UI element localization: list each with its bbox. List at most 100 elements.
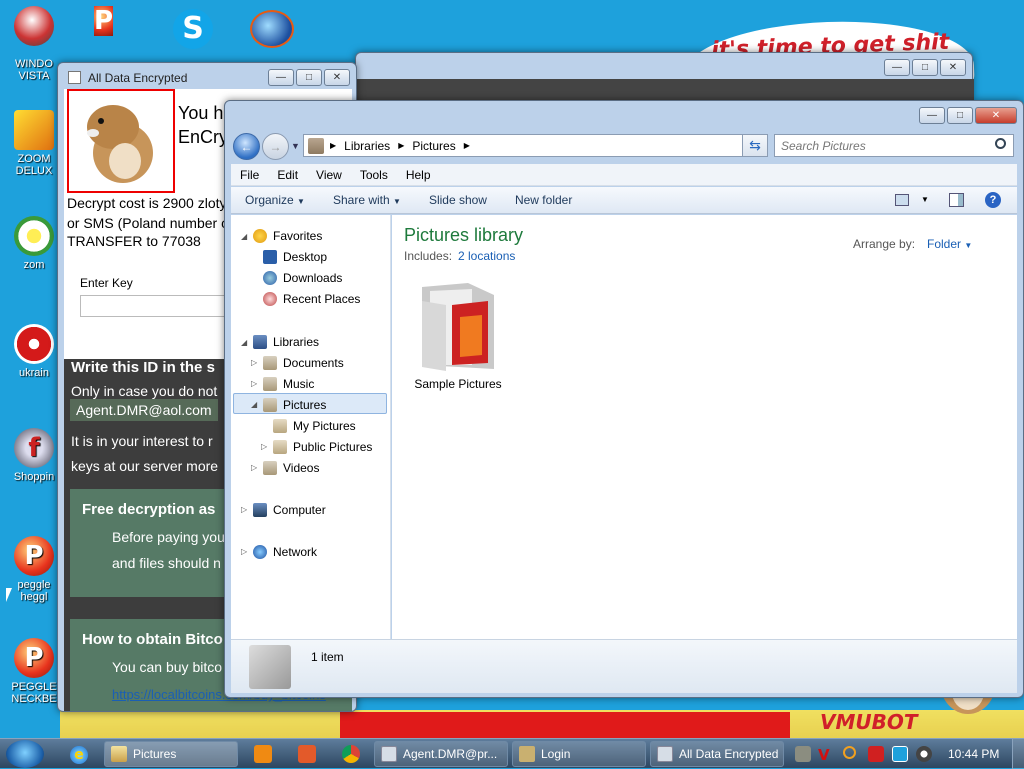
desktop-icon-peggle-top[interactable]: P [94, 6, 114, 36]
window-icon [381, 746, 397, 762]
organize-button[interactable]: Organize ▼ [231, 193, 319, 207]
clock[interactable]: 10:44 PM [948, 747, 999, 761]
background-window[interactable]: — □ ✕ [355, 52, 974, 103]
folder-icon [422, 283, 494, 371]
menu-help[interactable]: Help [397, 168, 440, 182]
tray-vm-icon[interactable] [795, 746, 811, 762]
expand-arrow-icon[interactable]: ◢ [241, 232, 247, 241]
chevron-down-icon: ▼ [297, 197, 305, 206]
gift-icon[interactable] [298, 745, 316, 763]
expand-arrow-icon[interactable]: ▷ [241, 505, 247, 514]
menu-file[interactable]: File [231, 168, 268, 182]
desktop-icon-label: PEGGLE NECKBE [11, 681, 57, 705]
refresh-button[interactable]: ⇆ [742, 134, 768, 157]
expand-arrow-icon[interactable]: ▷ [251, 358, 257, 367]
includes-label: Includes: [404, 249, 453, 263]
expand-arrow-icon[interactable]: ▷ [241, 547, 247, 556]
nav-desktop[interactable]: Desktop [263, 250, 327, 264]
nav-pictures[interactable]: Pictures [263, 398, 326, 412]
desktop-icon-skype[interactable]: S [173, 9, 213, 49]
close-button[interactable]: ✕ [940, 59, 966, 76]
window-app-icon [68, 71, 81, 84]
new-folder-button[interactable]: New folder [501, 193, 586, 207]
forward-button[interactable]: → [262, 133, 289, 160]
nav-recent-places[interactable]: Recent Places [263, 292, 360, 306]
address-bar[interactable]: ▶ Libraries ▶ Pictures ▶ ▼ [303, 134, 767, 157]
taskbar-login-button[interactable]: Login [512, 741, 646, 767]
menu-edit[interactable]: Edit [268, 168, 307, 182]
nav-documents[interactable]: Documents [263, 356, 344, 370]
chrome-icon[interactable] [342, 745, 360, 763]
menu-view[interactable]: View [307, 168, 351, 182]
nav-network[interactable]: Network [253, 545, 317, 559]
tray-volume-icon[interactable] [916, 746, 932, 762]
search-input[interactable]: Search Pictures [774, 134, 1014, 157]
id-heading: Write this ID in the s [71, 359, 215, 376]
transfer-text: TRANSFER to 77038 [67, 233, 201, 249]
arrange-by-dropdown[interactable]: Folder ▼ [927, 237, 972, 251]
nav-downloads[interactable]: Downloads [263, 271, 342, 285]
start-button[interactable] [6, 740, 44, 768]
expand-arrow-icon[interactable]: ◢ [251, 400, 257, 409]
folder-item-sample-pictures[interactable]: Sample Pictures [408, 277, 508, 391]
desktop-icon-ukraine[interactable]: ukrain [4, 324, 64, 379]
desktop-icon-peggle-neckbeard[interactable]: P PEGGLE NECKBE [4, 638, 64, 705]
nav-videos[interactable]: Videos [263, 461, 319, 475]
slide-show-button[interactable]: Slide show [415, 193, 501, 207]
change-view-icon[interactable] [895, 194, 909, 206]
minimize-button[interactable]: — [884, 59, 910, 76]
free-decryption-heading: Free decryption as [82, 501, 216, 518]
tray-search-icon[interactable] [843, 746, 856, 759]
back-button[interactable]: ← [233, 133, 260, 160]
background-window-caption-buttons: — □ ✕ [884, 59, 966, 76]
minimize-button[interactable]: — [919, 107, 945, 124]
desktop-icon-windows-vista[interactable]: WINDO VISTA [4, 58, 64, 82]
nav-music[interactable]: Music [263, 377, 314, 391]
maximize-button[interactable]: □ [947, 107, 973, 124]
expand-arrow-icon[interactable]: ▷ [251, 463, 257, 472]
taskbar-agent-label: Agent.DMR@pr... [403, 747, 498, 761]
expand-arrow-icon[interactable]: ▷ [261, 442, 267, 451]
nav-libraries[interactable]: Libraries [253, 335, 319, 349]
show-desktop-button[interactable] [1012, 739, 1024, 769]
nav-public-pictures[interactable]: Public Pictures [273, 440, 372, 454]
media-player-icon[interactable] [254, 745, 272, 763]
expand-arrow-icon[interactable]: ◢ [241, 338, 247, 347]
desktop-icon-label: ukrain [19, 367, 49, 379]
preview-pane-icon[interactable] [949, 193, 964, 207]
desktop-icon-shopping[interactable]: f Shoppin [4, 428, 64, 483]
desktop-icon-zombie[interactable]: zom [4, 216, 64, 271]
includes-locations-link[interactable]: 2 locations [458, 249, 515, 263]
close-button[interactable]: ✕ [975, 107, 1017, 124]
close-button[interactable]: ✕ [324, 69, 350, 86]
taskbar-agent-window-button[interactable]: Agent.DMR@pr... [374, 741, 508, 767]
internet-explorer-icon[interactable]: e [70, 746, 88, 764]
breadcrumb-pictures[interactable]: Pictures [412, 139, 455, 153]
nav-computer[interactable]: Computer [253, 503, 326, 517]
share-with-button[interactable]: Share with ▼ [319, 193, 415, 207]
tray-display-icon[interactable] [892, 746, 908, 762]
expand-arrow-icon[interactable]: ▷ [251, 379, 257, 388]
explorer-window[interactable]: — □ ✕ ← → ▼ ▶ Libraries ▶ Pictures ▶ ▼ ⇆… [224, 100, 1024, 698]
contact-email[interactable]: Agent.DMR@aol.com [70, 399, 218, 421]
menu-tools[interactable]: Tools [351, 168, 397, 182]
desktop-icon-label: ZOOM DELUX [15, 153, 53, 177]
breadcrumb-libraries[interactable]: Libraries [344, 139, 390, 153]
desktop-icon-vista-ball[interactable] [14, 6, 54, 46]
help-icon[interactable]: ? [985, 192, 1001, 208]
nav-my-pictures[interactable]: My Pictures [273, 419, 356, 433]
view-dropdown-icon[interactable]: ▼ [921, 195, 929, 204]
taskbar-all-data-encrypted-button[interactable]: All Data Encrypted [650, 741, 784, 767]
recent-places-icon [263, 292, 277, 306]
tray-v-icon[interactable]: V [818, 746, 834, 764]
recent-pages-chevron-icon[interactable]: ▼ [291, 141, 300, 151]
minimize-button[interactable]: — [268, 69, 294, 86]
maximize-button[interactable]: □ [296, 69, 322, 86]
taskbar-pictures-button[interactable]: Pictures [104, 741, 238, 767]
tray-flag-icon[interactable] [868, 746, 884, 762]
nav-favorites[interactable]: Favorites [253, 229, 322, 243]
desktop-icon-zoom-deluxe[interactable]: ZOOM DELUX [4, 110, 64, 177]
maximize-button[interactable]: □ [912, 59, 938, 76]
breadcrumb-separator-icon: ▶ [330, 141, 337, 150]
desktop-icon-globe[interactable] [250, 10, 294, 48]
